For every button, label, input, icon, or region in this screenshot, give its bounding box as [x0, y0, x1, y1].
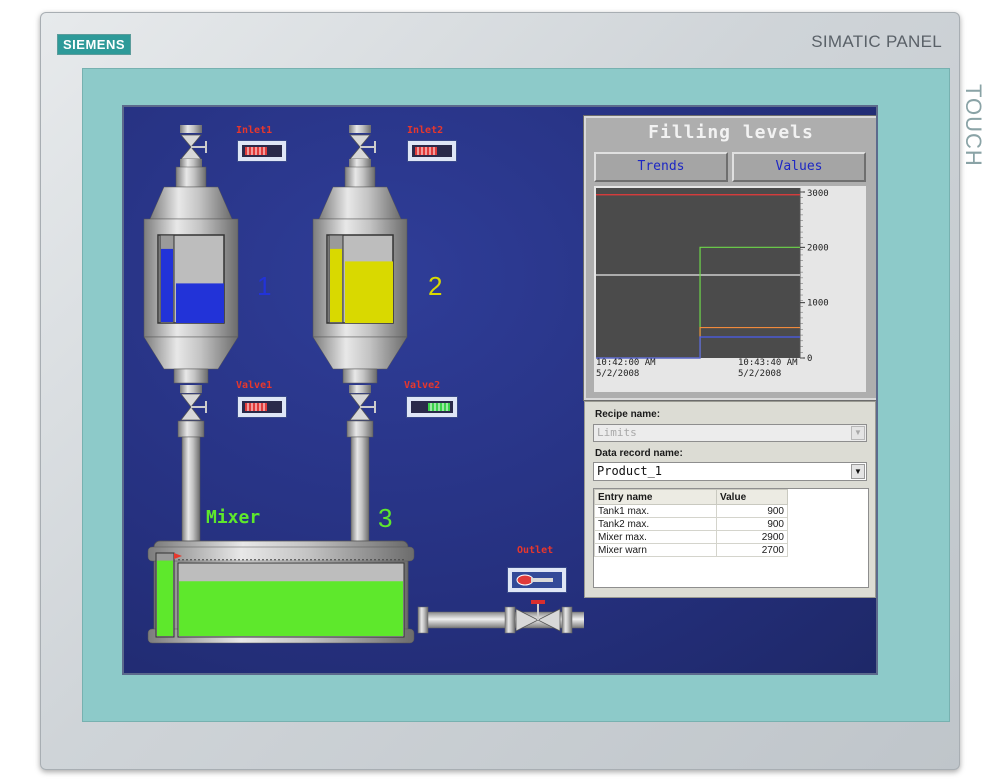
entry-value[interactable]: 900 [716, 504, 788, 518]
entry-value[interactable]: 2900 [716, 530, 788, 544]
trend-view: 3000 2000 1000 0 10:42:00 AM 5/2/2008 10:43… [594, 186, 866, 392]
valve2-label: Valve2 [404, 380, 441, 391]
recipe-table-area: Entry name Value Tank1 max. 900 Tank2 max… [593, 488, 869, 588]
tank-1 [143, 125, 239, 542]
outlet-label: Outlet [517, 545, 554, 556]
y-tick-label: 1000 [807, 299, 829, 309]
trend-end-date: 5/2/2008 [738, 369, 782, 379]
inlet1-label: Inlet1 [236, 125, 273, 136]
recipe-view: Recipe name: Limits ▼ Data record name: … [584, 401, 876, 598]
siemens-logo: SIEMENS [57, 34, 131, 55]
mixer-tank [147, 540, 415, 644]
trend-start-time: 10:42:00 AM [596, 358, 656, 368]
record-name-label: Data record name: [595, 448, 683, 459]
recipe-name-select[interactable]: Limits ▼ [593, 424, 867, 442]
trend-start-date: 5/2/2008 [596, 369, 640, 379]
inlet2-label: Inlet2 [407, 125, 444, 136]
y-tick-label: 0 [807, 354, 812, 364]
entry-name: Tank2 max. [594, 517, 717, 531]
inlet2-switch[interactable] [407, 140, 457, 162]
mixer-label: Mixer [206, 507, 261, 528]
table-row[interactable]: Mixer max. 2900 [594, 530, 788, 544]
table-row[interactable]: Tank1 max. 900 [594, 504, 788, 518]
entry-name: Mixer max. [594, 530, 717, 544]
table-row[interactable]: Tank2 max. 900 [594, 517, 788, 531]
filling-levels-title: Filling levels [648, 122, 814, 143]
chevron-down-icon[interactable]: ▼ [851, 426, 865, 440]
values-button[interactable]: Values [732, 152, 866, 182]
tank2-number: 2 [428, 271, 443, 301]
recipe-name-label: Recipe name: [595, 409, 661, 420]
trends-button[interactable]: Trends [594, 152, 728, 182]
recipe-table: Entry name Value Tank1 max. 900 Tank2 max… [594, 489, 788, 557]
outlet-switch[interactable] [507, 567, 567, 593]
entry-value[interactable]: 2700 [716, 543, 788, 557]
record-name-value: Product_1 [597, 464, 663, 478]
entry-name: Mixer warn [594, 543, 717, 557]
table-row[interactable]: Mixer warn 2700 [594, 543, 788, 557]
inlet1-switch[interactable] [237, 140, 287, 162]
record-name-select[interactable]: Product_1 ▼ [593, 462, 867, 481]
recipe-name-value: Limits [597, 426, 637, 439]
tank1-number: 1 [257, 271, 272, 301]
valve1-switch[interactable] [237, 396, 287, 418]
entry-value[interactable]: 900 [716, 517, 788, 531]
column-header-value[interactable]: Value [716, 489, 788, 505]
hmi-screen: Inlet1 Inlet2 Valve1 Valve2 Outlet 1 2 M… [124, 107, 876, 673]
valve1-label: Valve1 [236, 380, 273, 391]
touch-label: TOUCH [961, 84, 986, 167]
outlet-pipe [417, 600, 584, 634]
chevron-down-icon[interactable]: ▼ [851, 464, 865, 479]
trend-end-time: 10:43:40 AM [738, 358, 798, 368]
filling-levels-panel: Filling levels Trends Values 3000 2000 100… [584, 116, 876, 400]
y-tick-label: 3000 [807, 189, 829, 199]
valve2-switch[interactable] [406, 396, 458, 418]
y-tick-label: 2000 [807, 243, 829, 253]
entry-name: Tank1 max. [594, 504, 717, 518]
mixer-number: 3 [378, 503, 393, 533]
column-header-entry[interactable]: Entry name [594, 489, 717, 505]
tank-2 [312, 125, 408, 542]
panel-name: SIMATIC PANEL [811, 32, 942, 51]
